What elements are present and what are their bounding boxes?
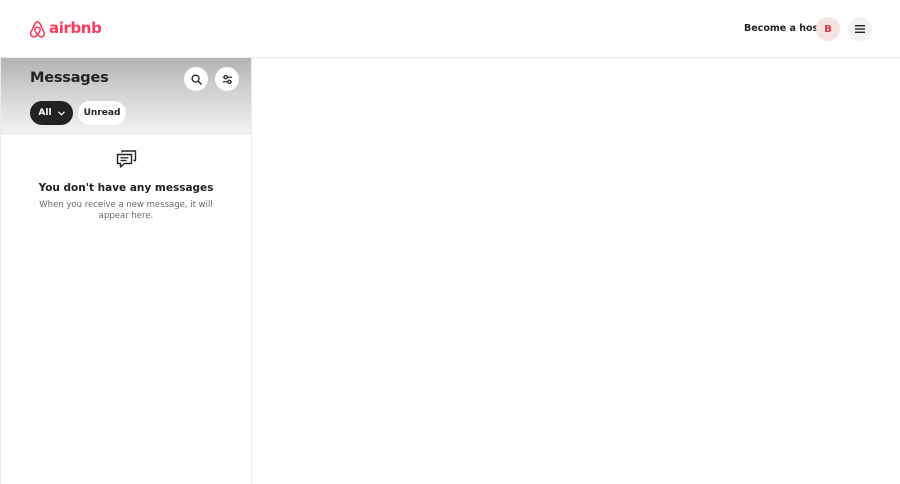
empty-state-description: When you receive a new message, it will … [39, 200, 213, 221]
search-messages-button[interactable] [184, 67, 208, 91]
chevron-down-icon [57, 111, 65, 115]
search-icon [190, 73, 202, 85]
airbnb-logo-icon [29, 20, 46, 38]
messages-panel: Messages All Unread You don't have any m… [0, 58, 252, 484]
avatar-initial: B [824, 23, 832, 35]
filter-all-dropdown[interactable]: All [30, 101, 73, 125]
top-navigation-bar: airbnb Become a host B [0, 0, 900, 58]
logo-text: airbnb [49, 19, 102, 37]
hamburger-menu-icon [855, 25, 865, 33]
filter-unread-button[interactable]: Unread [78, 101, 126, 125]
main-menu-button[interactable] [848, 17, 872, 41]
settings-sliders-icon [222, 74, 232, 84]
empty-state-title: You don't have any messages [38, 182, 214, 194]
page-title: Messages [30, 70, 109, 86]
filter-all-label: All [38, 108, 52, 118]
message-settings-button[interactable] [215, 67, 239, 91]
airbnb-logo[interactable]: airbnb [28, 18, 102, 40]
chat-bubbles-icon [116, 150, 137, 168]
user-avatar-button[interactable]: B [816, 17, 840, 41]
messages-panel-header: Messages All Unread [1, 58, 251, 134]
